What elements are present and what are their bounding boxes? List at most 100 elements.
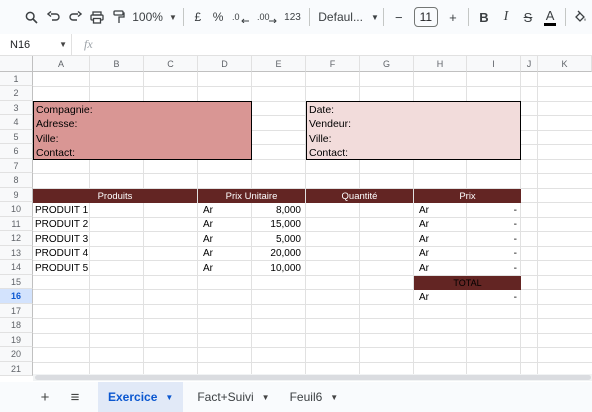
column-header-a[interactable]: A: [33, 56, 90, 72]
row-header-11[interactable]: 11: [0, 217, 33, 231]
row-header-19[interactable]: 19: [0, 333, 33, 347]
print-icon[interactable]: [86, 5, 108, 29]
row-header-2[interactable]: 2: [0, 86, 33, 101]
row-header-16[interactable]: 16: [0, 289, 33, 304]
bold-button[interactable]: B: [473, 5, 495, 29]
price-value[interactable]: -: [473, 219, 517, 230]
sheet-tabs-bar: + ≡ Exercice ▼ Fact+Suivi ▼ Feuil6 ▼: [0, 382, 592, 412]
increase-font-size-button[interactable]: +: [442, 5, 464, 29]
row-header-9[interactable]: 9: [0, 188, 33, 202]
row-header-4[interactable]: 4: [0, 115, 33, 130]
function-icon: fx: [84, 37, 93, 51]
row-header-20[interactable]: 20: [0, 347, 33, 362]
zoom-select[interactable]: 100% ▼: [130, 5, 179, 29]
row-header-12[interactable]: 12: [0, 231, 33, 246]
row-header-18[interactable]: 18: [0, 318, 33, 333]
decrease-font-size-button[interactable]: −: [388, 5, 410, 29]
fill-color-icon[interactable]: [570, 5, 592, 29]
price-value[interactable]: -: [473, 248, 517, 259]
price-value[interactable]: -: [473, 263, 517, 274]
product-name[interactable]: PRODUIT 2: [35, 219, 88, 230]
search-icon[interactable]: [20, 5, 42, 29]
gridline: [33, 362, 592, 363]
currency-format-button[interactable]: £: [188, 5, 208, 29]
company-info-box[interactable]: Compagnie: Adresse: Ville: Contact:: [33, 101, 252, 160]
column-header-c[interactable]: C: [144, 56, 198, 72]
row-header-8[interactable]: 8: [0, 173, 33, 188]
column-header-g[interactable]: G: [360, 56, 414, 72]
date-label: Date:: [309, 104, 335, 116]
column-header-b[interactable]: B: [90, 56, 144, 72]
row-header-14[interactable]: 14: [0, 260, 33, 275]
price-value[interactable]: -: [473, 205, 517, 216]
column-header-e[interactable]: E: [252, 56, 306, 72]
row-header-7[interactable]: 7: [0, 159, 33, 173]
product-name[interactable]: PRODUIT 5: [35, 263, 88, 274]
horizontal-scrollbar[interactable]: [33, 374, 592, 381]
product-name[interactable]: PRODUIT 1: [35, 205, 88, 216]
more-formats-button[interactable]: 123: [280, 5, 306, 29]
scrollbar-thumb[interactable]: [35, 375, 591, 380]
total-value[interactable]: -: [473, 292, 517, 303]
column-header-f[interactable]: F: [306, 56, 360, 72]
column-header-d[interactable]: D: [198, 56, 252, 72]
all-sheets-menu-icon[interactable]: ≡: [60, 382, 90, 412]
header-quantity[interactable]: Quantité: [306, 189, 413, 203]
chevron-down-icon[interactable]: ▼: [165, 393, 173, 402]
gridline: [33, 86, 592, 87]
percent-format-button[interactable]: %: [208, 5, 228, 29]
italic-button[interactable]: I: [495, 5, 517, 29]
header-unit-price[interactable]: Prix Unitaire: [198, 189, 305, 203]
name-box[interactable]: N16 ▼: [0, 33, 72, 56]
strikethrough-button[interactable]: S: [517, 5, 539, 29]
product-name[interactable]: PRODUIT 3: [35, 234, 88, 245]
font-value: Defaul...: [318, 10, 363, 24]
unit-price[interactable]: 8,000: [253, 205, 301, 216]
row-header-15[interactable]: 15: [0, 275, 33, 289]
chevron-down-icon[interactable]: ▼: [330, 393, 338, 402]
row-header-3[interactable]: 3: [0, 101, 33, 115]
column-header-h[interactable]: H: [414, 56, 467, 72]
gridline: [33, 231, 592, 232]
price-value[interactable]: -: [473, 234, 517, 245]
row-header-21[interactable]: 21: [0, 362, 33, 376]
tab-feuil6[interactable]: Feuil6 ▼: [280, 382, 349, 412]
font-size-input[interactable]: 11: [413, 7, 438, 27]
row-header-5[interactable]: 5: [0, 130, 33, 144]
row-header-1[interactable]: 1: [0, 72, 33, 86]
text-color-button[interactable]: A: [539, 5, 561, 29]
tab-label: Exercice: [108, 390, 158, 404]
increase-decimal-button[interactable]: .00: [254, 5, 280, 29]
row-header-6[interactable]: 6: [0, 144, 33, 159]
tab-label: Feuil6: [289, 390, 323, 404]
unit-price[interactable]: 15,000: [253, 219, 301, 230]
column-header-k[interactable]: K: [538, 56, 592, 72]
unit-price[interactable]: 5,000: [253, 234, 301, 245]
tab-fact-suivi[interactable]: Fact+Suivi ▼: [187, 382, 279, 412]
decrease-decimal-button[interactable]: .0: [228, 5, 254, 29]
gridline: [33, 318, 592, 319]
currency-label: Ar: [419, 292, 429, 303]
chevron-down-icon[interactable]: ▼: [262, 393, 270, 402]
header-products[interactable]: Produits: [33, 189, 197, 203]
redo-icon[interactable]: [64, 5, 86, 29]
undo-icon[interactable]: [42, 5, 64, 29]
column-header-j[interactable]: J: [521, 56, 538, 72]
invoice-info-box[interactable]: Date: Vendeur: Ville: Contact:: [306, 101, 521, 160]
product-name[interactable]: PRODUIT 4: [35, 248, 88, 259]
add-sheet-button[interactable]: +: [30, 382, 60, 412]
row-header-13[interactable]: 13: [0, 246, 33, 260]
column-header-i[interactable]: I: [467, 56, 521, 72]
spreadsheet-grid[interactable]: A B C D E F G H I J K 1 2 3 4 5 6 7 8 9 …: [0, 56, 592, 376]
row-header-10[interactable]: 10: [0, 202, 33, 217]
font-select[interactable]: Defaul... ▼: [314, 5, 379, 29]
paint-format-icon[interactable]: [108, 5, 130, 29]
gridline: [33, 173, 592, 174]
total-label[interactable]: TOTAL: [414, 276, 521, 290]
header-price[interactable]: Prix: [414, 189, 521, 203]
unit-price[interactable]: 10,000: [253, 263, 301, 274]
row-header-17[interactable]: 17: [0, 304, 33, 318]
unit-price[interactable]: 20,000: [253, 248, 301, 259]
tab-exercice[interactable]: Exercice ▼: [98, 382, 184, 412]
select-all-corner[interactable]: [0, 56, 33, 72]
